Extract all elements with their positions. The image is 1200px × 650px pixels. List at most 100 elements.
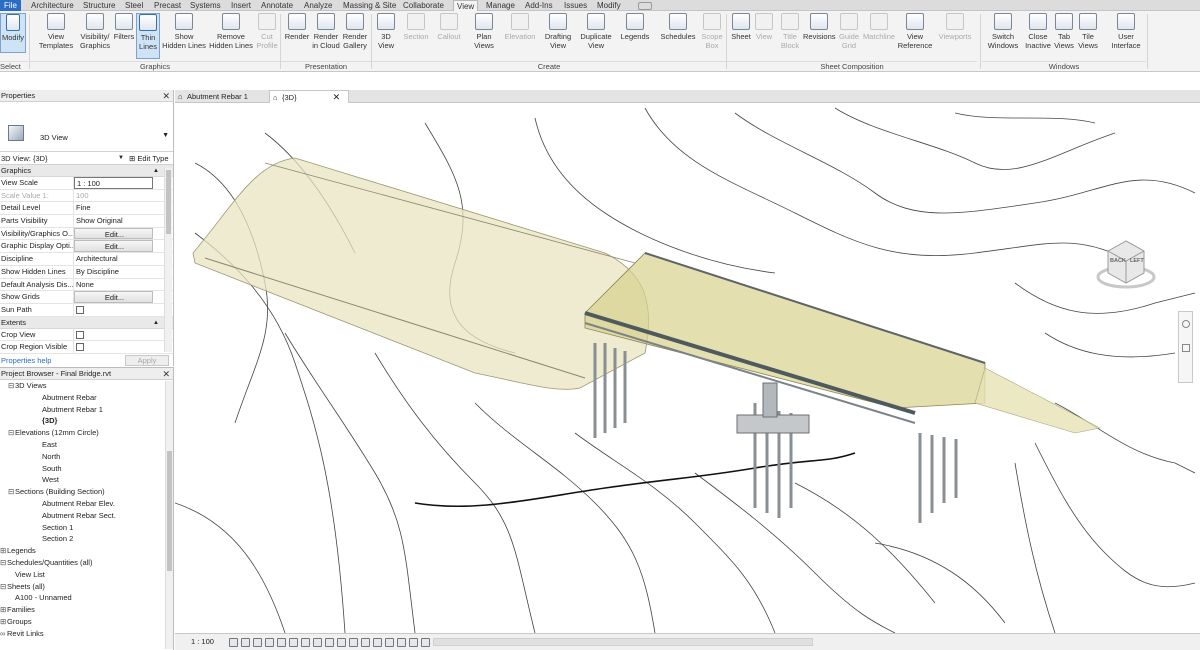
legends-button[interactable]: Legends [619,13,651,41]
property-row[interactable]: Default Analysis Dis... None [0,278,173,292]
collapse-icon[interactable]: ▲ [153,317,159,329]
property-row[interactable]: Parts Visibility Show Original [0,215,173,228]
detail-level-icon[interactable] [229,638,238,647]
horizontal-scrollbar[interactable] [433,638,813,646]
highlight-icon[interactable] [373,638,382,647]
property-value[interactable] [74,304,173,316]
title-block-button[interactable]: Title Block [777,13,803,50]
checkbox[interactable] [76,305,84,314]
tree-item[interactable]: View List [0,569,173,581]
chevron-down-icon[interactable]: ▼ [162,132,169,139]
tree-item[interactable]: ⊞Families [0,604,173,616]
place-view-button[interactable]: View [754,13,774,41]
tab-manage[interactable]: Manage [486,0,515,11]
thin-lines-toggle-icon[interactable] [397,638,406,647]
property-row[interactable]: Visibility/Graphics O... Edit... [0,227,173,241]
tree-item[interactable]: A100 - Unnamed [0,592,173,604]
temporary-hide-icon[interactable] [325,638,334,647]
property-value[interactable]: Edit... [74,227,153,240]
tab-collaborate[interactable]: Collaborate [403,0,444,11]
sheet-button[interactable]: Sheet [729,13,753,41]
tab-add-ins[interactable]: Add-Ins [525,0,553,11]
hide-crop-icon[interactable] [409,638,418,647]
view-tab-3d[interactable]: ⌂ {3D} ✕ [269,90,349,103]
reveal-hidden-icon[interactable] [337,638,346,647]
reveal-constraints-icon[interactable] [421,638,430,647]
crop-region-icon[interactable] [301,638,310,647]
property-value[interactable]: 1 : 100 [74,177,153,189]
schedules-button[interactable]: Schedules [659,13,697,41]
property-value[interactable]: Edit... [74,291,153,303]
tree-item[interactable]: Abutment Rebar [0,392,173,404]
render-in-cloud-button[interactable]: Render in Cloud [312,13,340,50]
tab-file[interactable]: File [0,0,21,11]
close-icon[interactable]: ✕ [162,90,170,102]
render-gallery-button[interactable]: Render Gallery [341,13,369,50]
expand-toggle-icon[interactable]: ⊞ [0,604,7,616]
tree-item[interactable]: South [0,463,173,475]
steering-wheel-icon[interactable] [1182,320,1190,328]
expand-toggle-icon[interactable]: ⊟ [8,427,15,439]
tab-insert[interactable]: Insert [231,0,251,11]
tab-architecture[interactable]: Architecture [31,0,74,11]
tree-item[interactable]: ⊟Sections (Building Section) [0,486,173,498]
property-row[interactable]: Sun Path [0,303,173,317]
tree-item[interactable]: ⊟Schedules/Quantities (all) [0,557,173,569]
scroll-thumb[interactable] [166,170,171,234]
duplicate-view-button[interactable]: Duplicate View [578,13,614,50]
property-row[interactable]: Crop Region Visible [0,341,173,354]
property-value[interactable]: None [74,279,173,291]
tab-structure[interactable]: Structure [83,0,115,11]
project-browser-scrollbar[interactable] [165,381,173,649]
constraints-icon[interactable] [385,638,394,647]
select-group-label[interactable]: Select [0,61,28,71]
property-row[interactable]: Crop View [0,328,173,342]
thin-lines-button[interactable]: Thin Lines [136,13,160,59]
expand-toggle-icon[interactable]: ⊟ [0,557,7,569]
callout-button[interactable]: Callout [434,13,464,41]
zoom-icon[interactable] [1182,344,1190,352]
edit-type-button[interactable]: ⊞ Edit Type [129,152,169,165]
close-icon[interactable]: ✕ [333,92,341,102]
3d-view-canvas[interactable]: BACK LEFT [175,103,1200,633]
instance-filter[interactable]: 3D View: {3D} ▼ ⊞ Edit Type [0,152,173,165]
show-hidden-lines-button[interactable]: Show Hidden Lines [162,13,206,50]
property-value[interactable]: Architectural [74,253,173,265]
render-button[interactable]: Render [283,13,311,41]
tab-massing-site[interactable]: Massing & Site [343,0,396,11]
tree-item[interactable]: Section 1 [0,522,173,534]
tab-issues[interactable]: Issues [564,0,587,11]
tree-item[interactable]: ∞ Revit Links [0,628,173,640]
tree-item[interactable]: ⊟Sheets (all) [0,581,173,593]
matchline-button[interactable]: Matchline [862,13,896,41]
expand-toggle-icon[interactable]: ⊟ [0,581,7,593]
crop-view-icon[interactable] [289,638,298,647]
ribbon-minimize-icon[interactable] [638,2,652,10]
expand-toggle-icon[interactable]: ∞ [0,628,7,640]
property-row[interactable]: Scale Value 1: 100 [0,189,173,203]
property-row[interactable]: Show Grids Edit... [0,291,173,304]
tab-views-button[interactable]: Tab Views [1053,13,1075,50]
view-templates-button[interactable]: View Templates [36,13,76,50]
tree-item[interactable]: ⊟Elevations (12mm Circle) [0,427,173,439]
3d-view-button[interactable]: 3D View [374,13,398,50]
worksharing-icon[interactable] [349,638,358,647]
elevation-button[interactable]: Elevation [502,13,538,41]
user-interface-button[interactable]: User Interface [1108,13,1144,50]
tree-item[interactable]: Section 2 [0,533,173,545]
tab-systems[interactable]: Systems [190,0,221,11]
property-value[interactable]: Show Original [74,215,173,227]
shadows-icon[interactable] [265,638,274,647]
tab-steel[interactable]: Steel [125,0,143,11]
visual-style-icon[interactable] [241,638,250,647]
tree-item[interactable]: East [0,439,173,451]
tree-item[interactable]: West [0,474,173,486]
tree-item[interactable]: Abutment Rebar Sect. [0,510,173,522]
cut-profile-button[interactable]: Cut Profile [255,13,279,50]
apply-button[interactable]: Apply [125,354,169,366]
property-row[interactable]: Detail Level Fine [0,202,173,216]
viewports-button[interactable]: Viewports [935,13,975,41]
tab-annotate[interactable]: Annotate [261,0,293,11]
type-selector[interactable]: 3D View ▼ [0,102,173,152]
viewcube-back-face[interactable]: BACK [1110,258,1126,264]
